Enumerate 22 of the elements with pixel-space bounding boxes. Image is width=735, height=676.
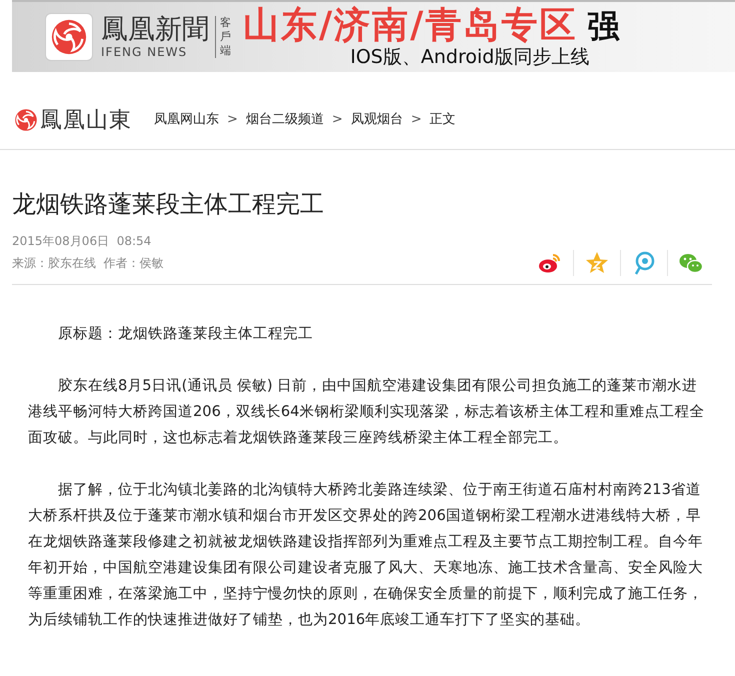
banner-headline-cut: 强 bbox=[587, 7, 620, 45]
article-paragraph: 原标题：龙烟铁路蓬莱段主体工程完工 bbox=[57, 324, 314, 344]
source-author: 来源：胶东在线 作者：侯敏 bbox=[12, 255, 164, 272]
banner-headline: 山东/济南/青岛专区 bbox=[243, 6, 578, 46]
article-title: 龙烟铁路蓬莱段主体工程完工 bbox=[12, 189, 325, 220]
client-label: 客戶端 bbox=[215, 16, 231, 58]
brand-name-latin: IFENG NEWS bbox=[101, 45, 188, 59]
banner-subline: IOS版、Android版同步上线 bbox=[350, 46, 590, 68]
article-paragraph: 胶东在线8月5日讯(通讯员 侯敏) 日前，由中国航空港建设集团有限公司担负施工的蓬莱市潮水进港线平畅河特大桥跨国道206，双线长64米钢桁梁顺利实现落梁，标志着该桥主体工程和重难点工程全面攻破。与此同时，这也标志着龙烟铁路蓬莱段三座跨线桥梁主体工程全部完工。 bbox=[28, 376, 706, 448]
site-logo[interactable]: 鳳凰山東 bbox=[40, 104, 132, 136]
publish-date: 2015年08月06日 08:54 bbox=[12, 233, 152, 250]
brand-name: 鳳凰新聞 bbox=[101, 15, 209, 45]
breadcrumb-separator: > bbox=[332, 111, 343, 130]
breadcrumb-link[interactable]: 凤观烟台 bbox=[350, 110, 403, 130]
breadcrumb-link[interactable]: 烟台二级频道 bbox=[246, 110, 324, 130]
breadcrumb-separator: > bbox=[410, 111, 422, 130]
swirl-logo-icon bbox=[14, 108, 38, 132]
breadcrumb-link[interactable]: 凤凰网山东 bbox=[154, 110, 219, 130]
star-icon[interactable] bbox=[584, 250, 610, 276]
article-paragraph: 据了解，位于北沟镇北姜路的北沟镇特大桥跨北姜路连续梁、位于南王街道石庙村村南跨213省道大桥系杆拱及位于蓬莱市潮水镇和烟台市开发区交界处的跨206国道钢桁梁工程潮水进港线特大桥，早在龙烟铁路蓬莱段修建之初就被龙烟铁路建设指挥部列为重难点工程及主要节点工期控制工程。自今年年初开始，中国航空港建设集团有限公司建设者克服了风大、天寒地冻、施工技术含量高、安全风险大等重重困难，在落梁施工中，坚持宁慢勿快的原则，在确保安全质量的前提下，顺利完成了施工任务，为后续铺轨工作的快速推进做好了铺垫，也为2016年底竣工通车打下了坚实的基础。 bbox=[28, 480, 704, 630]
breadcrumb-separator: > bbox=[227, 111, 238, 130]
breadcrumb-link[interactable]: 正文 bbox=[430, 110, 456, 130]
